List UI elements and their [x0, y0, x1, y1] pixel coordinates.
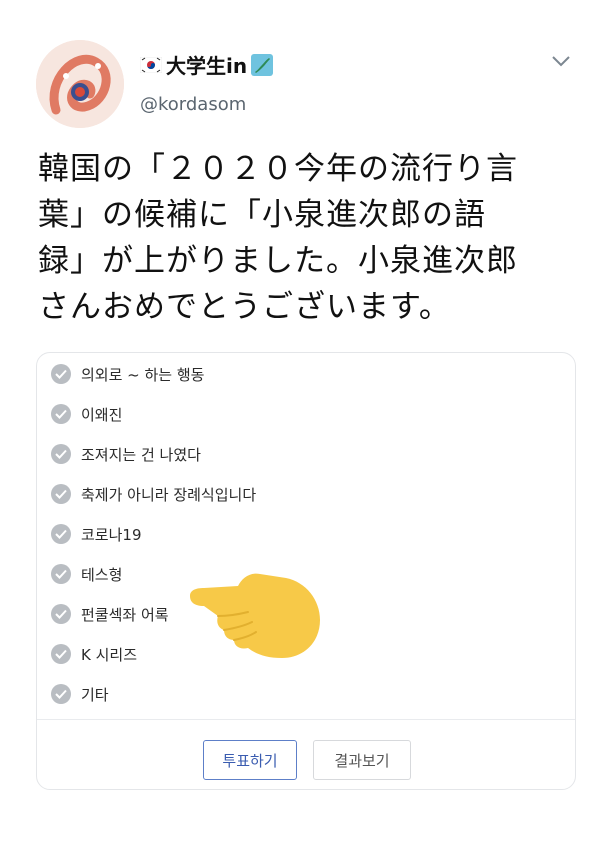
- poll-option-label: 테스형: [81, 565, 123, 584]
- poll-option-label: 축제가 아니라 장례식입니다: [81, 485, 257, 504]
- check-circle-icon: [51, 484, 71, 504]
- poll-option-label: 조져지는 건 나였다: [81, 445, 201, 464]
- vote-button[interactable]: 투표하기: [203, 740, 297, 780]
- poll-divider: [37, 719, 575, 720]
- pointing-hand-icon: [190, 573, 320, 658]
- tweet-header: 大学生in @kordasom: [36, 36, 576, 132]
- check-circle-icon: [51, 364, 71, 384]
- japan-map-flag-icon: [251, 53, 274, 76]
- poll-option[interactable]: 조져지는 건 나였다: [51, 439, 201, 469]
- poll-option[interactable]: 테스형: [51, 559, 122, 589]
- tweet-text-line: 葉」の候補に「小泉進次郎の語: [38, 197, 486, 233]
- poll-option-label: 펀쿨섹좌 어록: [81, 605, 169, 624]
- poll-option-label: 기타: [81, 685, 109, 704]
- poll-option[interactable]: 펀쿨섹좌 어록: [51, 599, 169, 629]
- check-circle-icon: [51, 524, 71, 544]
- avatar[interactable]: [36, 40, 124, 128]
- check-circle-icon: [51, 404, 71, 424]
- handle[interactable]: @kordasom: [140, 94, 246, 115]
- tweet-text-line: さんおめでとうございます。: [38, 289, 451, 325]
- check-circle-icon: [51, 604, 71, 624]
- tweet-text-line: 録」が上がりました。小泉進次郎: [38, 243, 518, 279]
- tweet-text: 韓国の「２０２０今年の流行り言 葉」の候補に「小泉進次郎の語 録」が上がりました…: [38, 146, 578, 330]
- poll-option-label: K 시리즈: [81, 645, 138, 664]
- poll-option[interactable]: 기타: [51, 679, 109, 709]
- name-row: 大学生in: [140, 50, 274, 79]
- korea-flag-icon: [140, 56, 162, 73]
- poll-option[interactable]: 의외로 ~ 하는 행동: [51, 359, 204, 389]
- poll-option-label: 의외로 ~ 하는 행동: [81, 365, 205, 384]
- check-circle-icon: [51, 564, 71, 584]
- poll-option-label: 이왜진: [81, 405, 123, 424]
- poll-option[interactable]: 축제가 아니라 장례식입니다: [51, 479, 256, 509]
- poll-option-label: 코로나19: [81, 525, 142, 544]
- avatar-image: [36, 40, 124, 128]
- check-circle-icon: [51, 444, 71, 464]
- tweet-text-line: 韓国の「２０２０今年の流行り言: [38, 151, 518, 187]
- poll-option[interactable]: 이왜진: [51, 399, 122, 429]
- display-name[interactable]: 大学生in: [166, 50, 247, 79]
- chevron-down-icon[interactable]: [550, 54, 572, 68]
- view-results-button[interactable]: 결과보기: [313, 740, 411, 780]
- check-circle-icon: [51, 644, 71, 664]
- poll-option[interactable]: 코로나19: [51, 519, 142, 549]
- poll-option[interactable]: K 시리즈: [51, 639, 137, 669]
- check-circle-icon: [51, 684, 71, 704]
